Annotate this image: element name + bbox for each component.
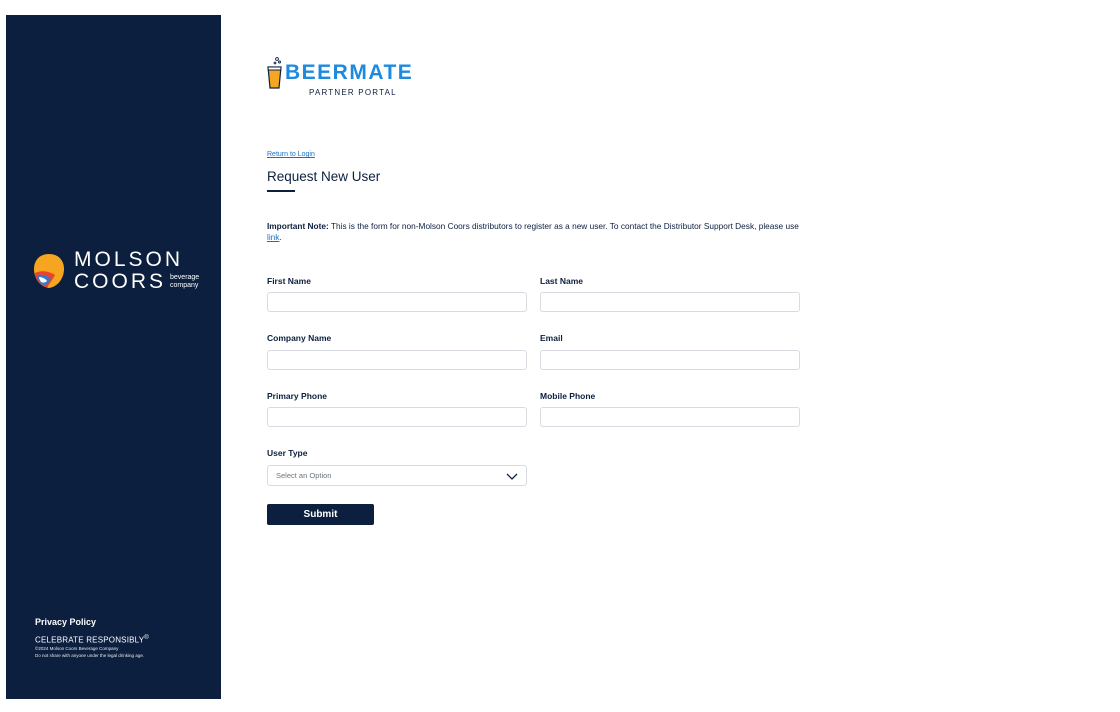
privacy-policy-link[interactable]: Privacy Policy: [35, 617, 96, 627]
celebrate-text: CELEBRATE RESPONSIBLY: [35, 635, 145, 645]
company-name-input[interactable]: [267, 350, 527, 370]
beermate-logo: BEERMATE PARTNER PORTAL: [266, 56, 413, 97]
primary-phone-label: Primary Phone: [267, 391, 327, 401]
page-title: Request New User: [267, 169, 381, 184]
brand-subtitle: PARTNER PORTAL: [309, 88, 397, 97]
primary-phone-input[interactable]: [267, 407, 527, 427]
registered-mark: ®: [144, 635, 149, 641]
celebrate-responsibly-block: CELEBRATE RESPONSIBLY® ©2024 Molson Coor…: [35, 635, 181, 659]
molson-coors-logo: MOLSON COORS beverage company: [33, 249, 199, 293]
logo-coors-text: COORS: [74, 270, 167, 293]
note-text: This is the form for non-Molson Coors di…: [328, 221, 799, 231]
return-to-login-link[interactable]: Return to Login: [267, 151, 315, 158]
company-name-label: Company Name: [267, 333, 332, 343]
mobile-phone-label: Mobile Phone: [540, 391, 596, 401]
title-underline: [267, 190, 295, 192]
user-type-label: User Type: [267, 448, 308, 458]
support-desk-link[interactable]: link: [267, 232, 279, 242]
user-type-placeholder: Select an Option: [276, 471, 332, 480]
last-name-label: Last Name: [540, 276, 583, 286]
first-name-label: First Name: [267, 276, 311, 286]
beer-glass-icon: [267, 57, 282, 89]
last-name-input[interactable]: [540, 292, 800, 312]
note-bold: Important Note:: [267, 221, 329, 231]
sidebar: MOLSON COORS beverage company: [6, 15, 221, 699]
disclaimer-text: Do not share with anyone under the legal…: [35, 652, 145, 658]
molson-coors-mark-icon: [34, 254, 64, 288]
first-name-input[interactable]: [267, 292, 527, 312]
logo-molson-text: MOLSON: [74, 248, 184, 271]
copyright-text: ©2024 Molson Coors Beverage Company: [35, 645, 119, 651]
logo-beverage-text: beverage: [170, 274, 200, 281]
note-end: .: [279, 232, 282, 242]
user-type-select[interactable]: Select an Option: [267, 465, 527, 486]
logo-company-text: company: [170, 282, 199, 289]
brand-name: BEERMATE: [285, 61, 414, 84]
mobile-phone-input[interactable]: [540, 407, 800, 427]
email-input[interactable]: [540, 350, 800, 370]
submit-button[interactable]: Submit: [267, 504, 374, 525]
email-label: Email: [540, 333, 563, 343]
important-note: Important Note: This is the form for non…: [267, 221, 807, 243]
chevron-down-icon: [506, 473, 518, 480]
